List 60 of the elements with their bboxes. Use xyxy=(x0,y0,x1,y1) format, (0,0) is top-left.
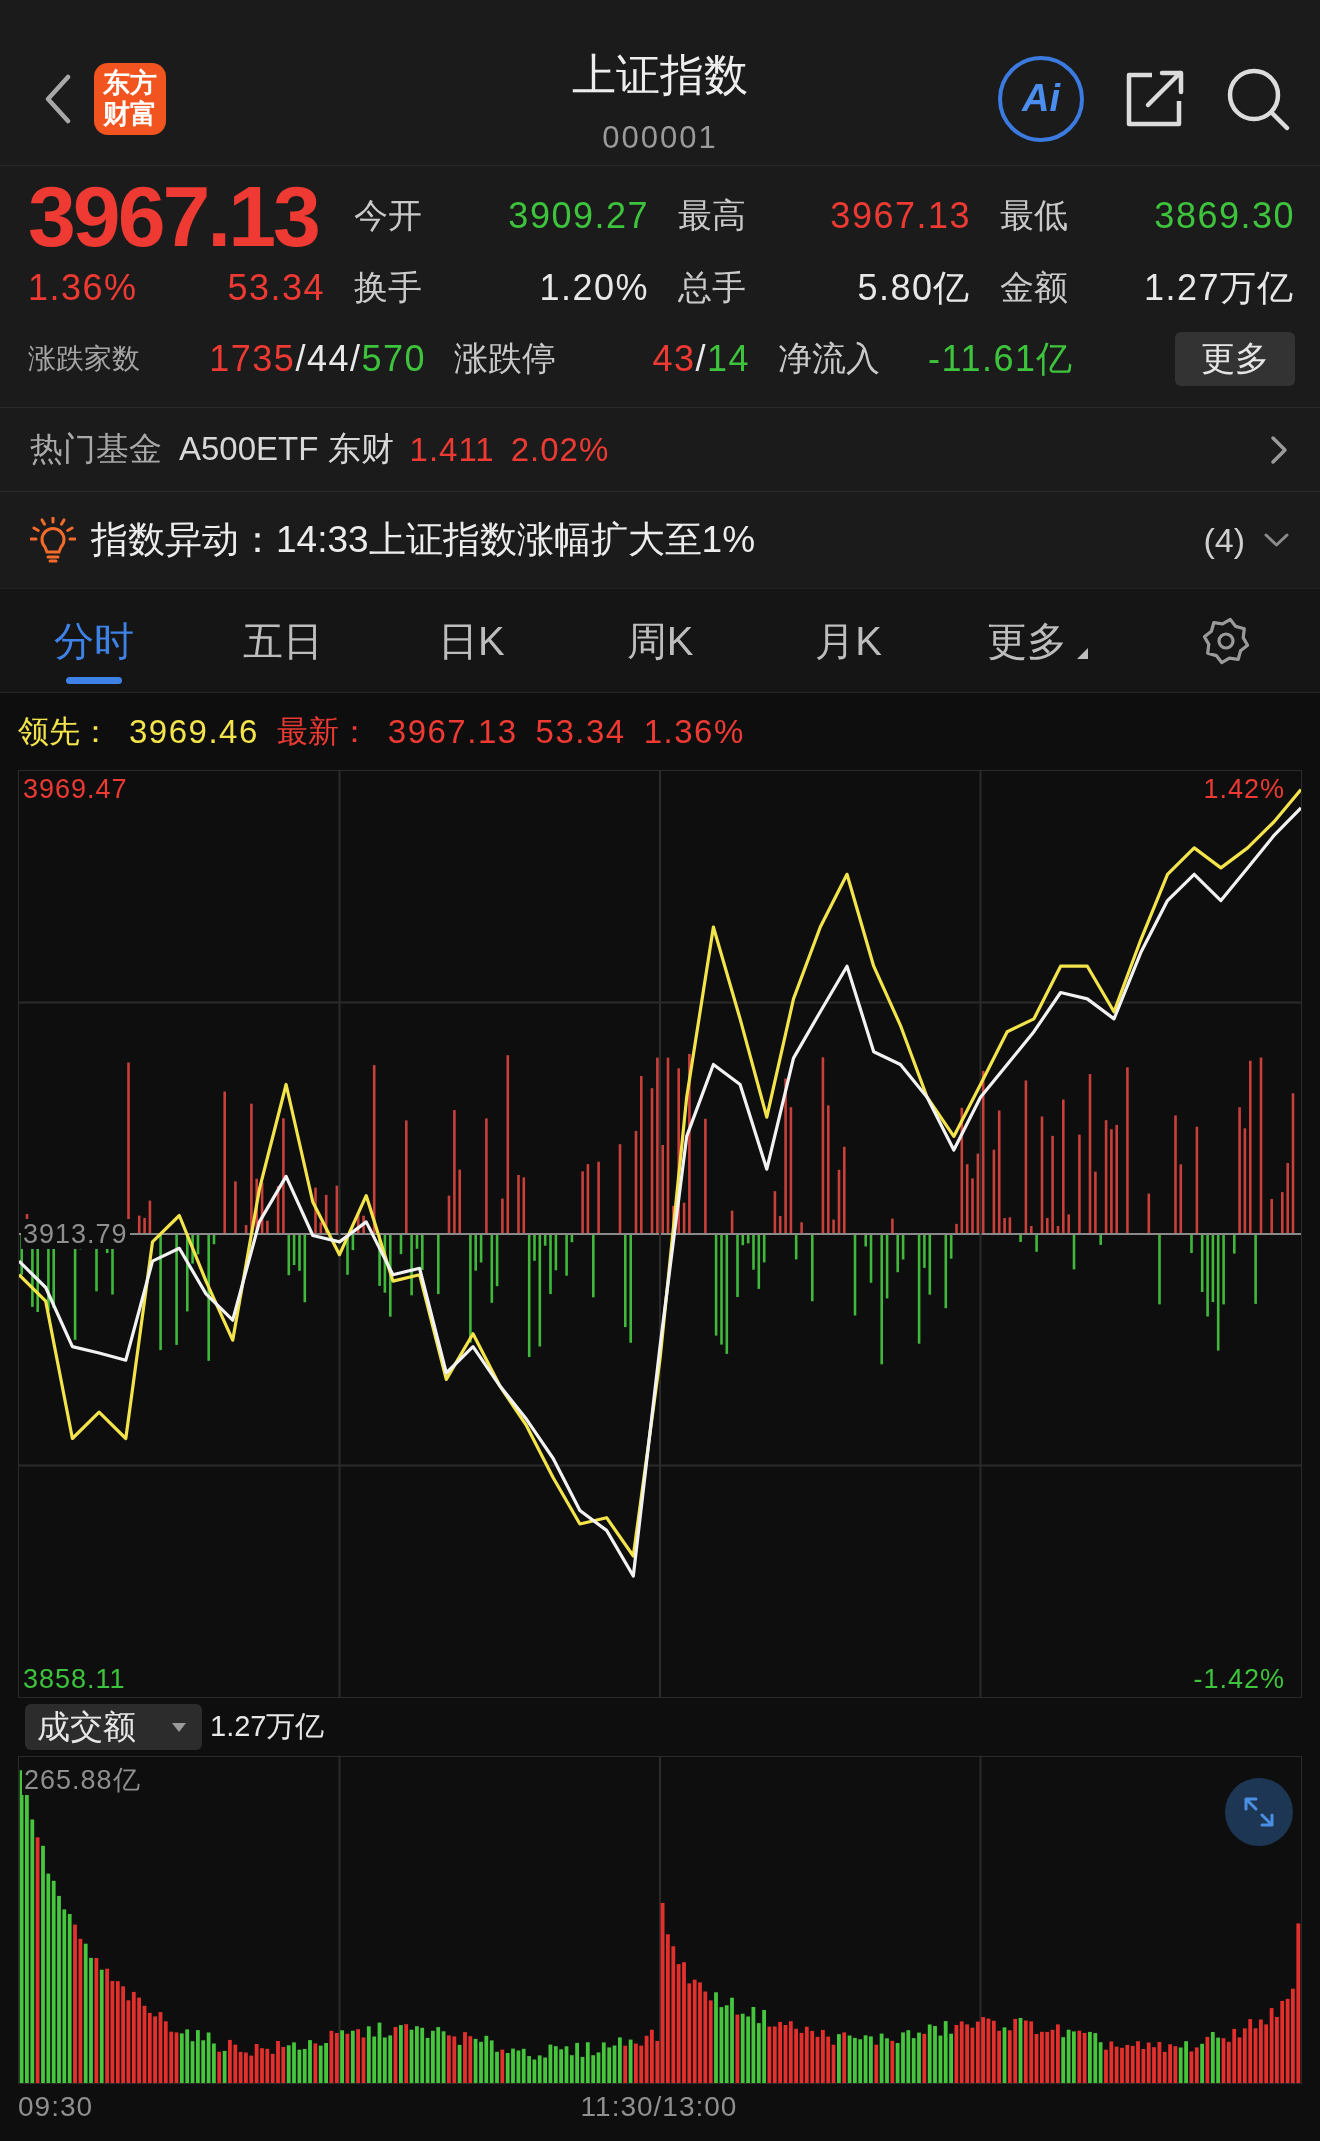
expand-icon xyxy=(1243,1796,1275,1828)
time-label: 09:30 xyxy=(18,2091,95,2123)
stat-label: 总手 xyxy=(678,267,746,308)
stat-label: 涨跌家数 xyxy=(28,342,140,376)
indicator-dropdown[interactable]: 成交额 xyxy=(25,1704,202,1750)
more-button[interactable]: 更多 xyxy=(1175,332,1295,386)
back-icon[interactable] xyxy=(44,73,72,124)
quote-label: 最新： xyxy=(276,712,370,751)
change-percent: 1.36% xyxy=(28,267,138,309)
quote-value: 53.34 xyxy=(535,712,626,751)
quote-value: 3969.46 xyxy=(129,712,259,751)
stock-code: 000001 xyxy=(602,120,718,156)
search-icon[interactable] xyxy=(1226,66,1290,131)
app-logo: 东方 财富 xyxy=(94,62,166,135)
chart-tab[interactable]: 日K xyxy=(438,597,505,684)
chevron-down-icon[interactable] xyxy=(1263,532,1290,548)
chart-tab[interactable]: 周K xyxy=(626,597,694,684)
chevron-right-icon[interactable] xyxy=(1270,434,1288,465)
volume-scale-label: 265.88亿 xyxy=(22,1765,143,1795)
stat-value: 43/14 xyxy=(652,338,750,380)
volume-total: 1.27万亿 xyxy=(210,1709,325,1744)
stat-value: -11.61亿 xyxy=(928,336,1074,381)
stat-label: 今开 xyxy=(354,195,422,236)
quote-value: 1.36% xyxy=(643,712,745,751)
fund-label: 热门基金 xyxy=(30,429,162,469)
stat-label: 最低 xyxy=(1000,195,1068,236)
stat-label: 换手 xyxy=(354,267,422,308)
change-amount: 53.34 xyxy=(227,267,325,309)
stat-label: 金额 xyxy=(1000,267,1068,308)
stat-label: 涨跌停 xyxy=(454,338,556,379)
caret-down-icon xyxy=(172,1722,186,1732)
stat-value: 3909.27 xyxy=(508,195,649,237)
chart-tab[interactable]: 更多 xyxy=(986,597,1088,684)
chart-tab[interactable]: 分时 xyxy=(54,597,135,684)
fund-price: 1.411 xyxy=(409,430,495,469)
stat-value: 3967.13 xyxy=(830,195,971,237)
alert-text[interactable]: 指数异动：14:33上证指数涨幅扩大至1% xyxy=(91,515,756,565)
stat-value: 1.27万亿 xyxy=(1143,265,1295,310)
caret-icon xyxy=(1076,648,1088,659)
quote-value: 3967.13 xyxy=(387,712,518,751)
stat-label: 最高 xyxy=(678,195,746,236)
stat-label: 净流入 xyxy=(778,338,880,379)
time-label: 11:30/13:00 xyxy=(580,2091,738,2123)
lightbulb-icon xyxy=(30,517,76,563)
last-price: 3967.13 xyxy=(28,180,319,252)
stat-value: 5.80亿 xyxy=(857,265,971,310)
stat-value: 1.20% xyxy=(539,267,649,309)
page-title: 上证指数 xyxy=(572,50,748,100)
chart-tab[interactable]: 月K xyxy=(815,597,882,684)
fund-name[interactable]: A500ETF 东财 xyxy=(179,427,394,472)
y-axis-label: 3913.79 xyxy=(21,1219,130,1249)
settings-icon[interactable] xyxy=(1201,616,1250,665)
stat-value: 3869.30 xyxy=(1154,195,1295,237)
quote-label: 领先： xyxy=(18,712,111,751)
chart-tab[interactable]: 五日 xyxy=(242,597,323,684)
fund-change: 2.02% xyxy=(510,430,610,469)
alert-count: (4) xyxy=(1203,520,1245,560)
stat-value: 1735/44/570 xyxy=(209,338,426,380)
ai-button[interactable]: Ai xyxy=(998,55,1084,142)
share-icon[interactable] xyxy=(1124,68,1186,129)
